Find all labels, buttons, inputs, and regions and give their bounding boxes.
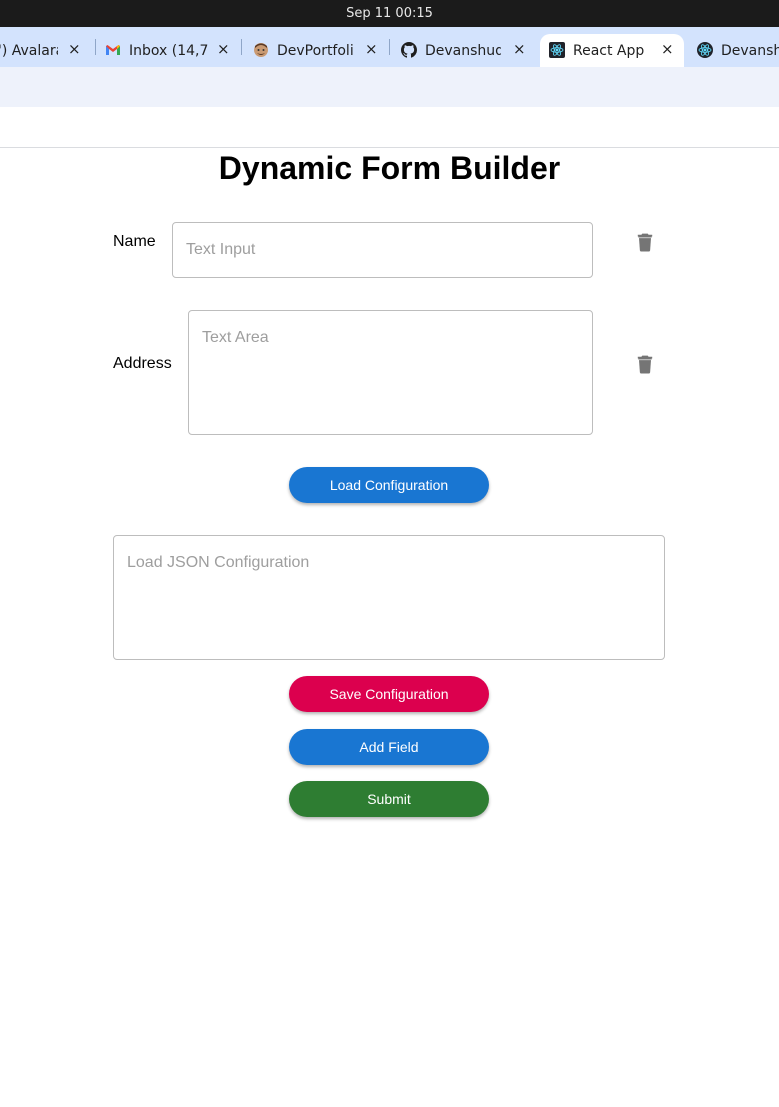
browser-tab-strip: ') Avalara × Inbox (14,7 × DevPortfoli ×… xyxy=(0,27,779,67)
os-top-bar: Sep 11 00:15 xyxy=(0,0,779,27)
tab-close-icon[interactable]: × xyxy=(68,40,81,58)
address-text-area[interactable] xyxy=(188,310,593,435)
browser-tab[interactable]: DevPortfoli × xyxy=(253,34,388,67)
load-configuration-button[interactable]: Load Configuration xyxy=(289,467,489,503)
save-configuration-button[interactable]: Save Configuration xyxy=(289,676,489,712)
tab-close-icon[interactable]: × xyxy=(661,40,674,58)
tab-title: Devansh xyxy=(721,42,779,59)
tab-separator xyxy=(95,39,96,55)
avatar-icon xyxy=(254,43,268,57)
json-configuration-textarea[interactable] xyxy=(113,535,665,660)
browser-tab[interactable]: Inbox (14,7 × xyxy=(105,34,240,67)
tab-title: React App xyxy=(573,42,645,59)
gmail-icon xyxy=(106,45,120,55)
browser-tab[interactable]: ') Avalara × xyxy=(0,34,90,67)
name-text-input[interactable] xyxy=(172,222,593,278)
page-title: Dynamic Form Builder xyxy=(218,150,561,186)
react-icon xyxy=(549,42,565,58)
tab-title: DevPortfoli xyxy=(277,42,353,59)
browser-tab[interactable]: Devansh xyxy=(697,34,779,67)
delete-name-trash-icon[interactable] xyxy=(637,232,653,252)
tab-title: Devanshud xyxy=(425,42,501,59)
react-icon xyxy=(697,42,713,58)
browser-tab-active[interactable]: React App × xyxy=(540,34,684,67)
delete-address-trash-icon[interactable] xyxy=(637,354,653,374)
system-clock[interactable]: Sep 11 00:15 xyxy=(346,6,433,21)
tab-separator xyxy=(241,39,242,55)
tab-close-icon[interactable]: × xyxy=(513,40,526,58)
browser-toolbar xyxy=(0,67,779,107)
tab-title: Inbox (14,7 xyxy=(129,42,209,59)
bookmarks-bar xyxy=(0,107,779,148)
add-field-button[interactable]: Add Field xyxy=(289,729,489,765)
github-icon xyxy=(401,42,417,58)
browser-tab[interactable]: Devanshud × xyxy=(401,34,536,67)
submit-button[interactable]: Submit xyxy=(289,781,489,817)
tab-title: ') Avalara xyxy=(0,42,58,59)
field-label-address: Address xyxy=(113,355,172,372)
field-label-name: Name xyxy=(113,233,156,250)
tab-close-icon[interactable]: × xyxy=(365,40,378,58)
tab-separator xyxy=(389,39,390,55)
tab-close-icon[interactable]: × xyxy=(217,40,230,58)
